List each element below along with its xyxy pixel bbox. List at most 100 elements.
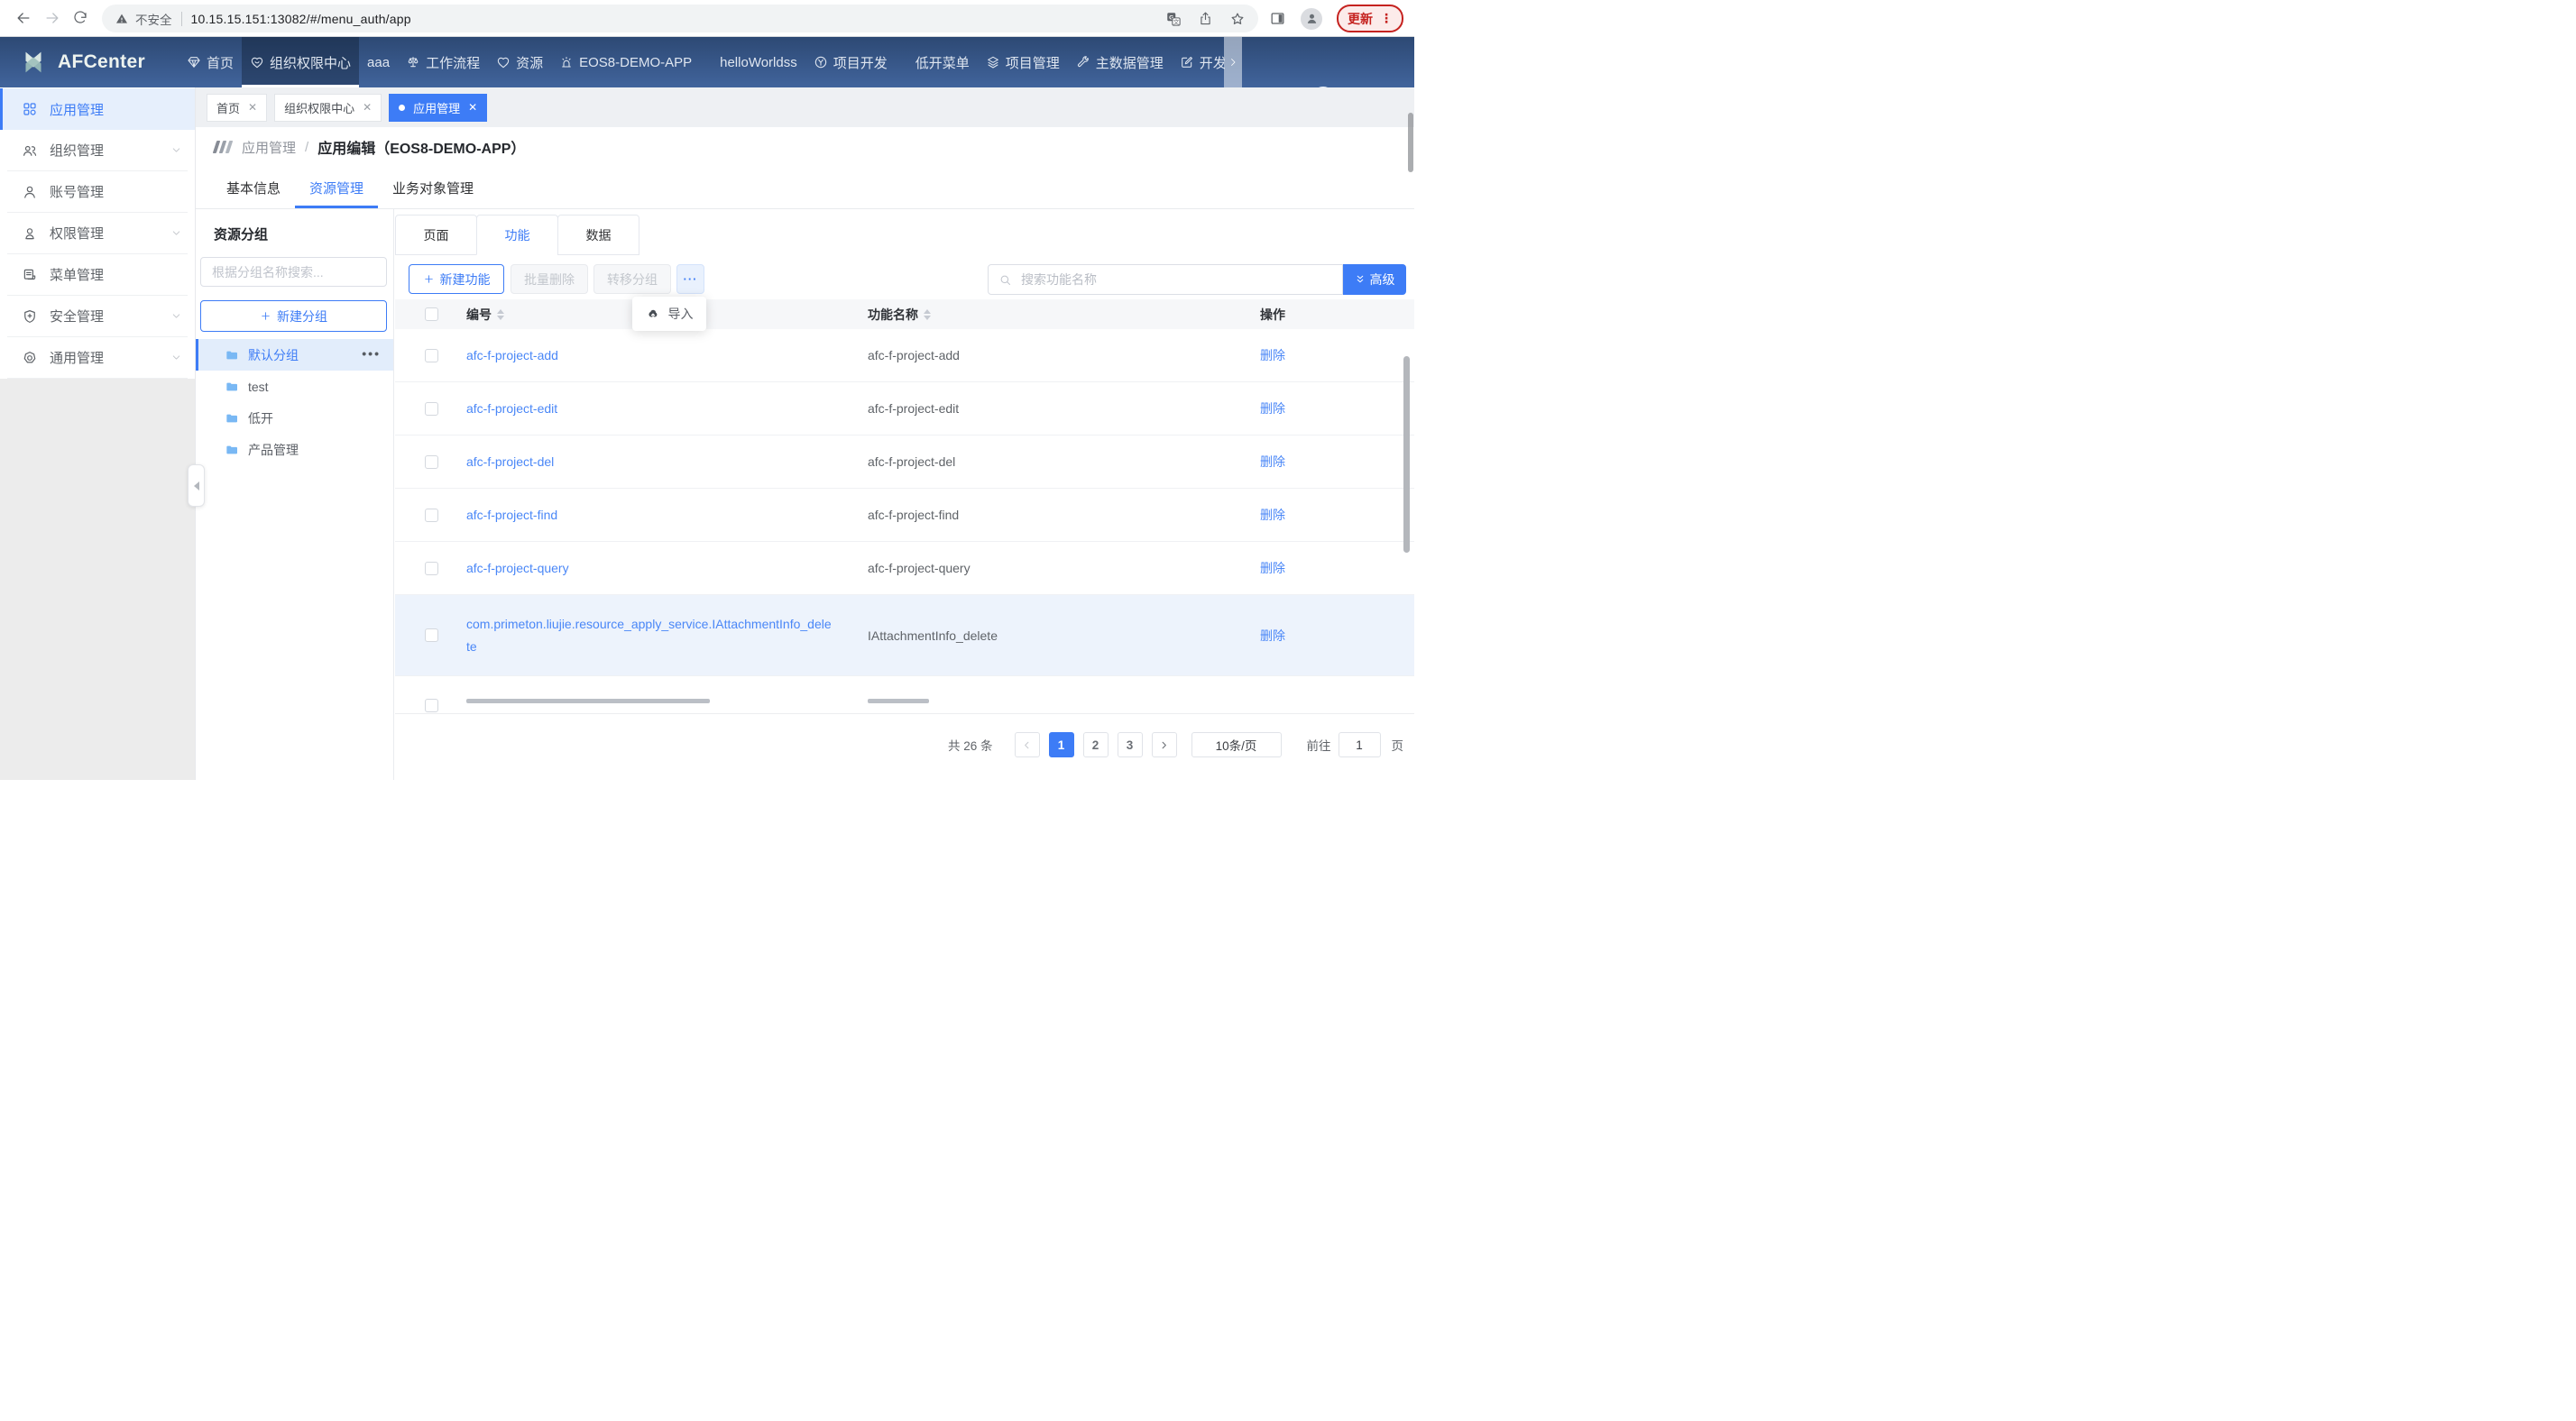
browser-update-button[interactable]: 更新 ⋮ <box>1337 5 1403 32</box>
sidebar-item-label: 通用管理 <box>50 348 159 367</box>
row-checkbox[interactable] <box>425 455 438 469</box>
nav-item-home[interactable]: 首页 <box>179 37 242 87</box>
tab-chip-app-mgmt[interactable]: 应用管理 ✕ <box>389 94 487 122</box>
group-search-input[interactable] <box>201 258 386 286</box>
sidebar-item-menu-mgmt[interactable]: 菜单管理 <box>0 254 195 295</box>
breadcrumb-bars-icon <box>215 141 231 153</box>
side-panel-icon[interactable] <box>1269 10 1286 27</box>
tab-functions[interactable]: 功能 <box>476 215 558 255</box>
page-button-3[interactable]: 3 <box>1118 732 1143 757</box>
batch-delete-button[interactable]: 批量删除 <box>511 264 588 294</box>
import-menu-item[interactable]: 导入 <box>632 297 706 331</box>
nav-scroll-right-icon[interactable] <box>1224 37 1242 87</box>
function-code-link[interactable]: com.primeton.liujie.resource_apply_servi… <box>466 613 868 658</box>
tab-business-object[interactable]: 业务对象管理 <box>378 167 488 208</box>
browser-profile-avatar[interactable] <box>1301 8 1322 30</box>
nav-item-helloworldss[interactable]: helloWorldss <box>712 37 805 87</box>
row-checkbox[interactable] <box>425 402 438 416</box>
translate-icon[interactable]: G文 <box>1165 11 1182 27</box>
tab-resource-mgmt[interactable]: 资源管理 <box>295 167 378 208</box>
brand[interactable]: AFCenter <box>0 37 179 87</box>
back-icon[interactable] <box>14 9 32 27</box>
browser-nav-buttons <box>0 9 88 27</box>
function-code-link[interactable]: afc-f-project-add <box>466 348 558 362</box>
nav-item-workflow[interactable]: 工作流程 <box>398 37 488 87</box>
nav-item-aaa[interactable]: aaa <box>359 37 398 87</box>
nav-item-project-dev[interactable]: 项目开发 <box>805 37 896 87</box>
panel-collapse-handle[interactable] <box>188 464 205 507</box>
reload-icon[interactable] <box>72 10 88 26</box>
page-size-select[interactable]: 10条/页 <box>1191 732 1282 757</box>
tab-chip-org-auth[interactable]: 组织权限中心 ✕ <box>274 94 382 122</box>
warning-icon[interactable] <box>115 12 129 26</box>
delete-link[interactable]: 删除 <box>1260 454 1285 469</box>
sidebar-item-general-mgmt[interactable]: 通用管理 <box>0 337 195 378</box>
prev-page-button[interactable] <box>1015 732 1040 757</box>
tab-pages[interactable]: 页面 <box>395 215 477 255</box>
breadcrumb-section[interactable]: 应用管理 <box>242 138 296 157</box>
nav-item-master-data[interactable]: 主数据管理 <box>1068 37 1172 87</box>
sidebar-item-account-mgmt[interactable]: 账号管理 <box>0 171 195 212</box>
table-scrollbar[interactable] <box>1403 356 1410 553</box>
close-icon[interactable]: ✕ <box>468 101 477 114</box>
nav-item-resources[interactable]: 资源 <box>488 37 551 87</box>
goto-page-input[interactable] <box>1339 732 1381 757</box>
group-item-product-mgmt[interactable]: 产品管理 <box>196 434 393 465</box>
row-checkbox[interactable] <box>425 562 438 575</box>
page-button-2[interactable]: 2 <box>1083 732 1109 757</box>
sidebar-item-org-mgmt[interactable]: 组织管理 <box>0 130 195 170</box>
forward-icon[interactable] <box>43 9 61 27</box>
nav-item-eos8-demo-app[interactable]: EOS8-DEMO-APP <box>551 37 700 87</box>
group-item-lowcode[interactable]: 低开 <box>196 402 393 434</box>
sidebar-item-permission-mgmt[interactable]: 权限管理 <box>0 213 195 253</box>
nav-item-project-mgmt[interactable]: 项目管理 <box>978 37 1068 87</box>
more-actions-button[interactable]: ··· <box>676 264 704 294</box>
open-tabs-bar: 首页 ✕ 组织权限中心 ✕ 应用管理 ✕ <box>196 87 1414 127</box>
function-code-link[interactable]: afc-f-project-del <box>466 454 554 469</box>
share-icon[interactable] <box>1198 11 1213 26</box>
delete-link[interactable]: 删除 <box>1260 561 1285 575</box>
delete-link[interactable]: 删除 <box>1260 401 1285 416</box>
sidebar-item-security-mgmt[interactable]: 安全管理 <box>0 296 195 336</box>
new-function-button[interactable]: 新建功能 <box>409 264 504 294</box>
close-icon[interactable]: ✕ <box>248 101 257 114</box>
page-scrollbar[interactable] <box>1408 113 1413 172</box>
advanced-search-button[interactable]: 高级 <box>1343 264 1406 295</box>
close-icon[interactable]: ✕ <box>363 101 372 114</box>
address-bar[interactable]: 不安全 10.15.15.151:13082/#/menu_auth/app G… <box>102 5 1258 32</box>
function-search-input[interactable] <box>1019 271 1332 288</box>
browser-menu-icon[interactable]: ⋮ <box>1380 11 1393 26</box>
sort-icon[interactable] <box>497 309 504 320</box>
group-item-default[interactable]: 默认分组 ••• <box>196 339 393 371</box>
select-all-checkbox[interactable] <box>425 307 438 321</box>
nav-item-org-auth-center[interactable]: 组织权限中心 <box>242 37 359 87</box>
column-header-name[interactable]: 功能名称 <box>868 306 918 324</box>
new-group-button[interactable]: 新建分组 <box>200 300 387 332</box>
function-code-link[interactable]: afc-f-project-edit <box>466 401 557 416</box>
transfer-group-button[interactable]: 转移分组 <box>593 264 671 294</box>
tab-chip-home[interactable]: 首页 ✕ <box>207 94 267 122</box>
row-checkbox[interactable] <box>425 509 438 522</box>
bookmark-star-icon[interactable] <box>1229 11 1246 27</box>
function-code-link[interactable]: afc-f-project-find <box>466 508 557 522</box>
sort-icon[interactable] <box>924 309 931 320</box>
tab-data[interactable]: 数据 <box>557 215 639 255</box>
goto-suffix: 页 <box>1392 736 1404 754</box>
delete-link[interactable]: 删除 <box>1260 508 1285 522</box>
row-checkbox[interactable] <box>425 628 438 642</box>
tab-basic-info[interactable]: 基本信息 <box>212 167 295 208</box>
group-more-icon[interactable]: ••• <box>362 346 381 361</box>
page-button-1[interactable]: 1 <box>1049 732 1074 757</box>
row-checkbox[interactable] <box>425 349 438 362</box>
function-code-link[interactable]: afc-f-project-query <box>466 561 569 575</box>
nav-item-in-development[interactable]: 开发中 <box>1172 37 1225 87</box>
delete-link[interactable]: 删除 <box>1260 348 1285 362</box>
sidebar-item-app-mgmt[interactable]: 应用管理 <box>0 88 195 130</box>
row-checkbox[interactable] <box>425 699 438 712</box>
plus-icon <box>260 310 271 322</box>
column-header-code[interactable]: 编号 <box>466 306 492 324</box>
delete-link[interactable]: 删除 <box>1260 628 1285 643</box>
group-item-test[interactable]: test <box>196 371 393 402</box>
nav-item-lowcode-menu[interactable]: 低开菜单 <box>907 37 978 87</box>
next-page-button[interactable] <box>1152 732 1177 757</box>
